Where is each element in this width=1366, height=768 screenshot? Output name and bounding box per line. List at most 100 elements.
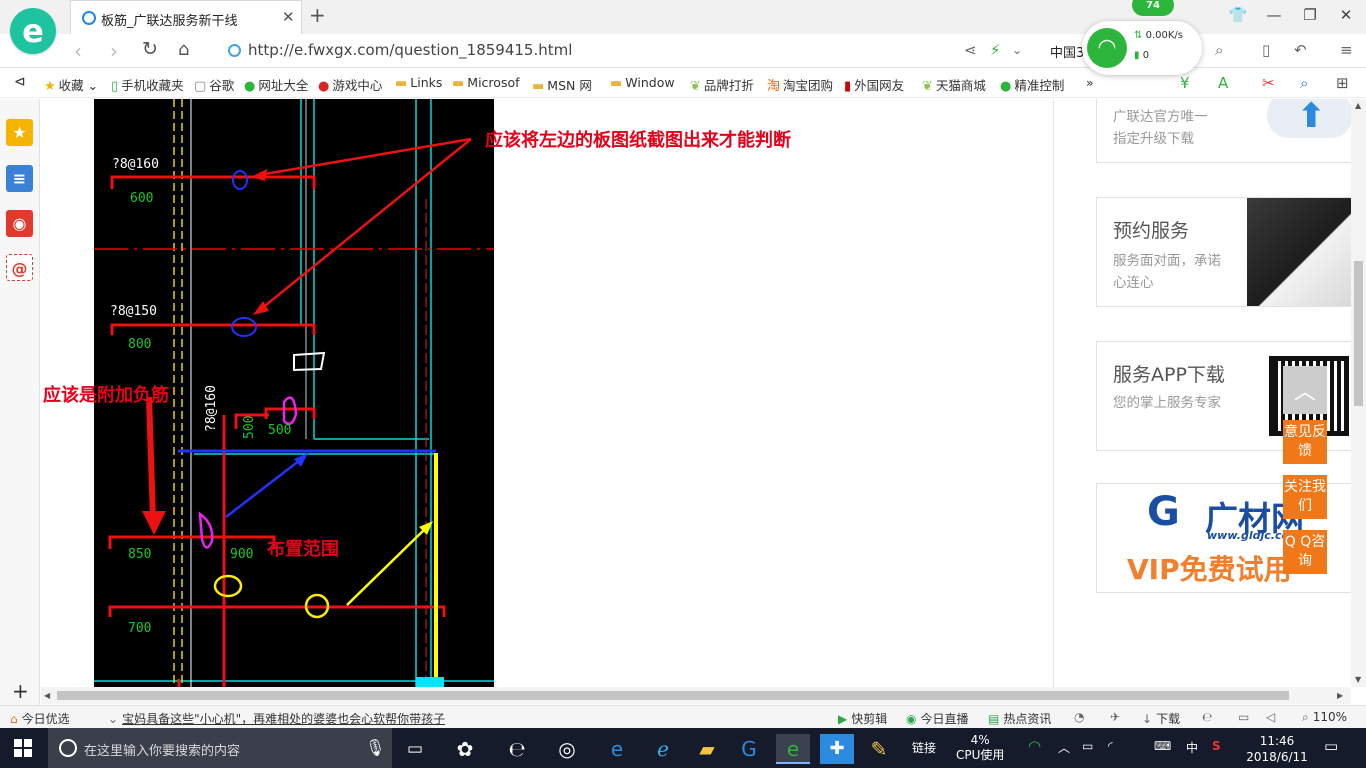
qq-consult-button[interactable]: Q Q咨询 xyxy=(1283,530,1327,574)
volume-icon[interactable]: ◁ xyxy=(1266,710,1275,724)
minimize-button[interactable]: — xyxy=(1262,6,1286,24)
wallet-icon[interactable]: ¥ xyxy=(1180,74,1190,92)
microphone-icon[interactable]: 🎙 xyxy=(365,738,385,757)
feedback-button[interactable]: 意见反馈 xyxy=(1283,420,1327,464)
back-icon[interactable]: ‹ xyxy=(74,39,82,63)
taskbar-search[interactable]: 在这里输入你要搜索的内容 🎙 xyxy=(48,728,392,768)
tab-close-icon[interactable]: ✕ xyxy=(282,8,295,26)
translate-icon[interactable]: A xyxy=(1218,74,1228,92)
follow-button[interactable]: 关注我们 xyxy=(1283,475,1327,519)
forward-icon[interactable]: › xyxy=(110,39,118,63)
tray-expand-icon[interactable]: ︿ xyxy=(1058,739,1070,756)
browser-tab[interactable]: 板筋_广联达服务新干线 ✕ xyxy=(70,0,302,34)
bookmark-item-windows[interactable]: ▬ Window xyxy=(610,75,675,91)
hot-news-button[interactable]: ▤ 热点资讯 xyxy=(988,710,1051,727)
swirl-app-icon[interactable]: ◎ xyxy=(550,734,584,764)
collapse-sidebar-icon[interactable]: ⊲ xyxy=(14,74,26,90)
mail-icon[interactable]: @ xyxy=(6,254,33,281)
notifications-icon[interactable]: ▭ xyxy=(1324,737,1338,755)
keyboard-icon[interactable]: ⌨ xyxy=(1154,739,1171,753)
today-picks[interactable]: ⌂ 今日优选 xyxy=(10,710,70,727)
system-clock[interactable]: 11:46 2018/6/11 xyxy=(1246,733,1308,765)
bookmark-item-taobao[interactable]: 淘淘宝团购 xyxy=(767,75,833,94)
restore-button[interactable]: ❐ xyxy=(1298,6,1322,24)
browser-logo-icon[interactable]: e xyxy=(10,8,56,54)
search-icon[interactable]: ⌕ xyxy=(1215,41,1223,59)
grid-icon[interactable]: ⊞ xyxy=(1336,74,1349,92)
scroll-down-icon[interactable]: ▼ xyxy=(1355,675,1361,684)
bookmark-item-games[interactable]: ● 游戏中心 xyxy=(318,75,382,94)
vertical-scroll-thumb[interactable] xyxy=(1354,261,1363,406)
url-input[interactable]: http://e.fwxgx.com/question_1859415.html xyxy=(248,41,572,59)
skin-icon[interactable]: 👕 xyxy=(1226,6,1250,24)
app-plus-icon[interactable]: ✚ xyxy=(820,734,854,764)
reading-list-icon[interactable]: ≡ xyxy=(6,165,33,192)
bookmark-item-microsoft[interactable]: ▬ Microsof xyxy=(452,75,520,91)
bookmark-item-discount[interactable]: ❦ 品牌打折 xyxy=(690,75,754,94)
live-button[interactable]: ◉ 今日直播 xyxy=(906,710,969,727)
browser-e-icon[interactable]: ℮ xyxy=(500,734,534,764)
back-to-top-button[interactable]: ︿ xyxy=(1283,366,1327,414)
pin-icon[interactable]: ✈ xyxy=(1110,710,1120,724)
magnifier-icon[interactable]: ⌕ xyxy=(1300,74,1308,92)
battery-tray-icon[interactable]: ▭ xyxy=(1082,739,1093,753)
bookmark-item-favorites[interactable]: ★ 收藏 ⌄ xyxy=(44,75,98,94)
favorites-star-icon[interactable]: ★ xyxy=(6,119,33,146)
horizontal-scroll-thumb[interactable] xyxy=(57,691,1289,700)
share-icon[interactable]: ⋖ xyxy=(964,41,977,59)
task-view-icon[interactable]: ▭ xyxy=(398,734,432,764)
horizontal-scrollbar[interactable]: ◀ ▶ xyxy=(41,687,1351,704)
bookmark-item-tmall[interactable]: ❦ 天猫商城 xyxy=(922,75,986,94)
bookmark-item-mobile[interactable]: ▯ 手机收藏夹 xyxy=(111,75,184,94)
upgrade-card[interactable]: 广联达官方唯一 指定升级下载 ⬆ xyxy=(1096,99,1351,163)
new-tab-button[interactable]: + xyxy=(309,3,326,27)
scroll-left-icon[interactable]: ◀ xyxy=(44,691,50,700)
bookmarks-more-icon[interactable]: » xyxy=(1086,75,1094,90)
bookmark-item-foreign[interactable]: ▮ 外国网友 xyxy=(844,75,904,94)
bookmark-item-control[interactable]: ● 精准控制 xyxy=(1000,75,1064,94)
booking-service-card[interactable]: 预约服务 服务面对面，承诺心连心 xyxy=(1096,197,1351,307)
pinwheel-app-icon[interactable]: ✿ xyxy=(448,734,482,764)
bookmark-item-links[interactable]: ▬ Links xyxy=(395,75,442,91)
notes-app-icon[interactable]: ✎ xyxy=(862,734,896,764)
windows-start-icon[interactable] xyxy=(14,739,32,757)
vertical-scrollbar[interactable]: ▲ ▼ xyxy=(1351,99,1366,687)
news-ticker[interactable]: ⌄ 宝妈具备这些"小心机"，再难相处的婆婆也会心软帮你带孩子 xyxy=(108,710,445,727)
browser-window: 板筋_广联达服务新干线 ✕ + 👕 — ❐ ✕ e ‹ › ↻ ⌂ http:/… xyxy=(0,0,1366,768)
zoom-level[interactable]: ⌕ 110% xyxy=(1302,710,1347,725)
undo-icon[interactable]: ↶ xyxy=(1294,41,1307,59)
wifi-tray-icon[interactable]: ◠ xyxy=(1028,737,1041,755)
search-engine-label[interactable]: 中国3 xyxy=(1050,42,1084,61)
refresh-icon[interactable]: ↻ xyxy=(142,38,158,60)
browser-active-icon[interactable]: e xyxy=(776,734,810,764)
network-monitor[interactable]: ◠ ⇅ 0.00K/s ▮ 0 xyxy=(1082,21,1202,75)
bookmark-item-google[interactable]: ▢ 谷歌 xyxy=(194,75,234,94)
ime-indicator[interactable]: 中 xyxy=(1186,739,1198,756)
weibo-icon[interactable]: ◉ xyxy=(6,210,33,237)
sogou-ime-icon[interactable]: S xyxy=(1212,739,1221,753)
edge-icon[interactable]: e xyxy=(600,734,634,764)
bookmark-item-directory[interactable]: ● 网址大全 xyxy=(244,75,308,94)
ie-mode-icon[interactable]: ℮ xyxy=(1202,710,1212,724)
scroll-right-icon[interactable]: ▶ xyxy=(1337,691,1343,700)
scroll-up-icon[interactable]: ▲ xyxy=(1355,101,1361,110)
window-icon[interactable]: ▭ xyxy=(1238,710,1249,724)
mobile-icon[interactable]: ▯ xyxy=(1262,41,1270,59)
home-icon[interactable]: ⌂ xyxy=(178,39,189,60)
download-button[interactable]: ↓ 下载 xyxy=(1142,710,1180,727)
left-sidebar: ★ ≡ ◉ @ + xyxy=(0,99,40,705)
bookmark-item-msn[interactable]: ▬ MSN 网 xyxy=(532,75,592,94)
network-tray-icon[interactable]: ◜ xyxy=(1108,739,1113,753)
internet-explorer-icon[interactable]: ℯ xyxy=(646,734,680,764)
add-sidebar-item-icon[interactable]: + xyxy=(12,679,29,703)
speed-test-icon[interactable]: ◔ xyxy=(1074,710,1084,724)
file-explorer-icon[interactable]: ▰ xyxy=(690,734,724,764)
links-toolbar[interactable]: 链接 xyxy=(912,739,936,756)
glodon-g-icon[interactable]: G xyxy=(732,734,766,764)
speed-mode-icon[interactable]: ⚡ xyxy=(990,41,1001,59)
chevron-down-icon[interactable]: ⌄ xyxy=(1012,43,1022,57)
menu-icon[interactable]: ≡ xyxy=(1340,41,1353,59)
scissors-icon[interactable]: ✂ xyxy=(1262,74,1275,92)
close-window-button[interactable]: ✕ xyxy=(1334,6,1358,24)
quick-clip-button[interactable]: ▶ 快剪辑 xyxy=(838,710,887,727)
